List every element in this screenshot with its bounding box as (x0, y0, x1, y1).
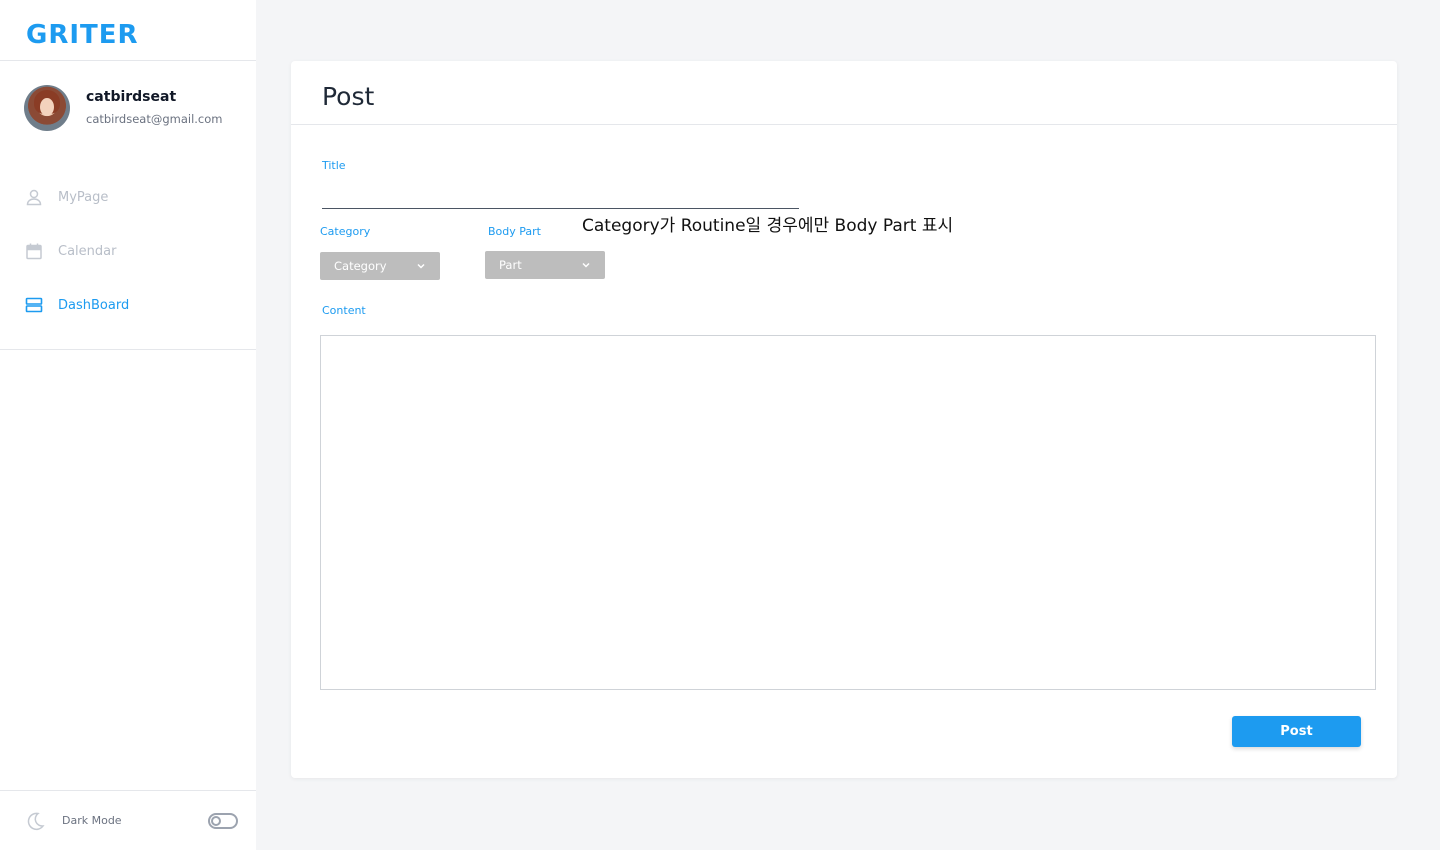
card-divider (291, 124, 1397, 125)
sidebar-divider (0, 349, 256, 350)
user-icon (24, 187, 44, 207)
sidebar: GRITER catbirdseat catbirdseat@gmail.com… (0, 0, 256, 850)
user-name: catbirdseat (86, 89, 177, 105)
app-logo[interactable]: GRITER (26, 20, 139, 50)
calendar-icon (24, 241, 44, 261)
sidebar-item-calendar[interactable]: Calendar (24, 239, 116, 263)
chevron-down-icon (581, 259, 591, 269)
sidebar-item-label: Calendar (58, 243, 117, 259)
content-textarea[interactable] (320, 335, 1376, 690)
title-label: Title (322, 159, 346, 172)
user-email: catbirdseat@gmail.com (86, 112, 223, 126)
sidebar-divider (0, 790, 256, 791)
dark-mode-row: Dark Mode (24, 810, 238, 834)
chevron-down-icon (416, 260, 426, 270)
dark-mode-toggle[interactable] (208, 813, 238, 829)
category-select[interactable]: Category (320, 252, 440, 280)
sidebar-item-label: DashBoard (58, 297, 130, 313)
body-part-note: Category가 Routine일 경우에만 Body Part 표시 (582, 216, 954, 236)
sidebar-divider (0, 60, 256, 61)
moon-icon (24, 810, 46, 836)
toggle-knob (211, 816, 221, 826)
avatar[interactable] (24, 85, 70, 131)
sidebar-item-mypage[interactable]: MyPage (24, 185, 108, 209)
body-part-select-value: Part (499, 258, 522, 272)
post-button[interactable]: Post (1232, 716, 1361, 747)
category-select-value: Category (334, 259, 387, 273)
page-title: Post (322, 82, 375, 111)
body-part-label: Body Part (488, 225, 541, 238)
title-input[interactable] (322, 185, 799, 209)
post-card: Post Title Category Category Body Part P… (291, 61, 1397, 778)
sidebar-item-dashboard[interactable]: DashBoard (24, 293, 129, 317)
dark-mode-label: Dark Mode (62, 814, 122, 827)
content-label: Content (322, 304, 366, 317)
category-label: Category (320, 225, 371, 238)
sidebar-item-label: MyPage (58, 189, 109, 205)
body-part-select[interactable]: Part (485, 251, 605, 279)
dashboard-icon (24, 295, 44, 315)
